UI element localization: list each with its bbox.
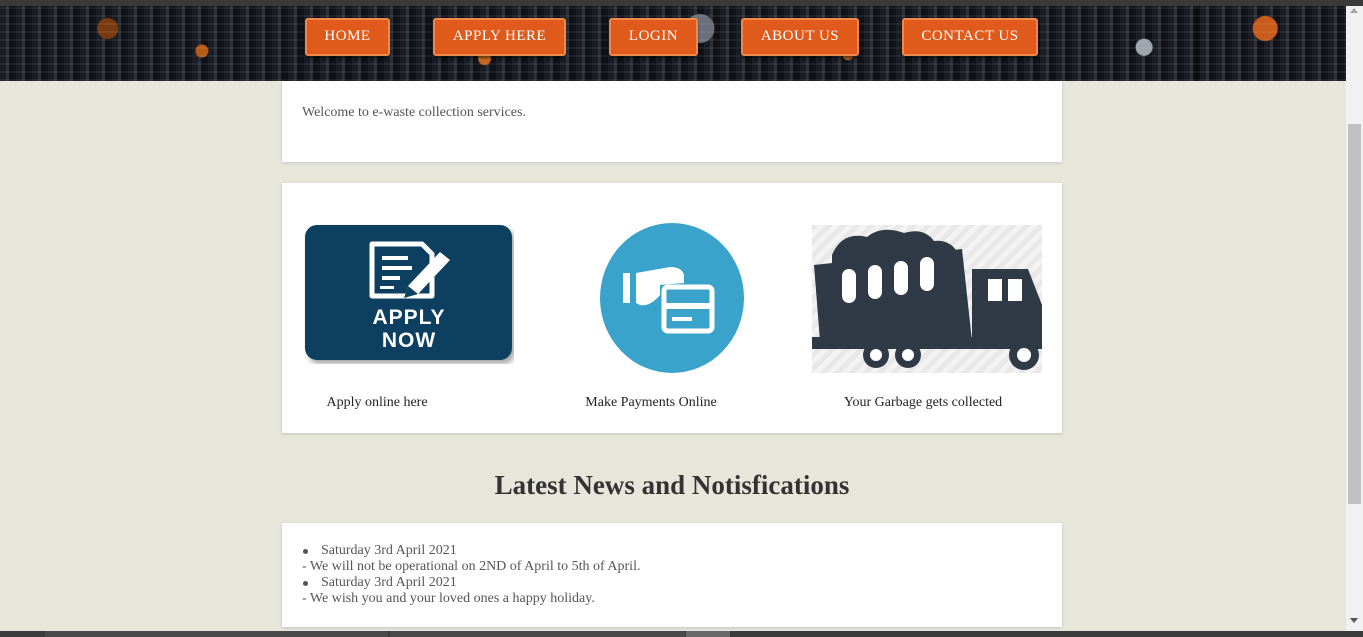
news-item-date: Saturday 3rd April 2021 — [302, 543, 1042, 559]
news-date-text: Saturday 3rd April 2021 — [321, 543, 457, 558]
news-item-text: - We wish you and your loved ones a happ… — [302, 591, 595, 606]
scroll-down-arrow-icon[interactable] — [1350, 618, 1358, 623]
bullet-icon — [303, 580, 308, 586]
news-heading: Latest News and Notisfications — [494, 470, 850, 500]
header-banner: HOME APPLY HERE LOGIN ABOUT US CONTACT U… — [0, 6, 1346, 81]
page-scrollbar[interactable] — [1346, 6, 1363, 631]
welcome-text: Welcome to e-waste collection services. — [302, 105, 526, 120]
feature-caption-apply: Apply online here — [326, 395, 428, 410]
nav-contact-us-button[interactable]: CONTACT US — [902, 18, 1038, 56]
garbage-truck-icon[interactable] — [812, 225, 1042, 373]
news-card: Saturday 3rd April 2021 - We will not be… — [282, 523, 1062, 627]
nav-apply-here-button[interactable]: APPLY HERE — [433, 18, 566, 56]
banner-seam — [1196, 6, 1198, 81]
nav-home-button[interactable]: HOME — [305, 18, 390, 56]
taskbar-segment — [390, 631, 685, 637]
taskbar-strip — [0, 631, 1363, 637]
nav-login-button[interactable]: LOGIN — [609, 18, 698, 56]
taskbar-segment — [686, 631, 730, 637]
taskbar-segment — [45, 631, 388, 637]
scroll-up-arrow-icon[interactable] — [1350, 8, 1358, 13]
nav-about-us-button[interactable]: ABOUT US — [741, 18, 859, 56]
news-item-text: - We will not be operational on 2ND of A… — [302, 559, 641, 574]
scroll-thumb[interactable] — [1348, 124, 1361, 504]
payment-card-icon[interactable] — [600, 223, 744, 373]
apply-tile-text-line2: NOW — [381, 329, 437, 352]
apply-now-icon[interactable]: APPLY NOW — [304, 224, 514, 364]
features-card: APPLY NOW Apply online here Make Payment… — [282, 183, 1062, 433]
feature-caption-payments: Make Payments Online — [585, 395, 717, 410]
welcome-card: Welcome to e-waste collection services. — [282, 81, 1062, 162]
news-list: Saturday 3rd April 2021 - We will not be… — [302, 543, 1042, 607]
news-date-text: Saturday 3rd April 2021 — [321, 575, 457, 590]
feature-caption-garbage: Your Garbage gets collected — [843, 395, 1003, 410]
apply-tile-text-line1: APPLY — [372, 306, 446, 329]
bullet-icon — [303, 548, 308, 554]
news-item-date: Saturday 3rd April 2021 — [302, 575, 1042, 591]
